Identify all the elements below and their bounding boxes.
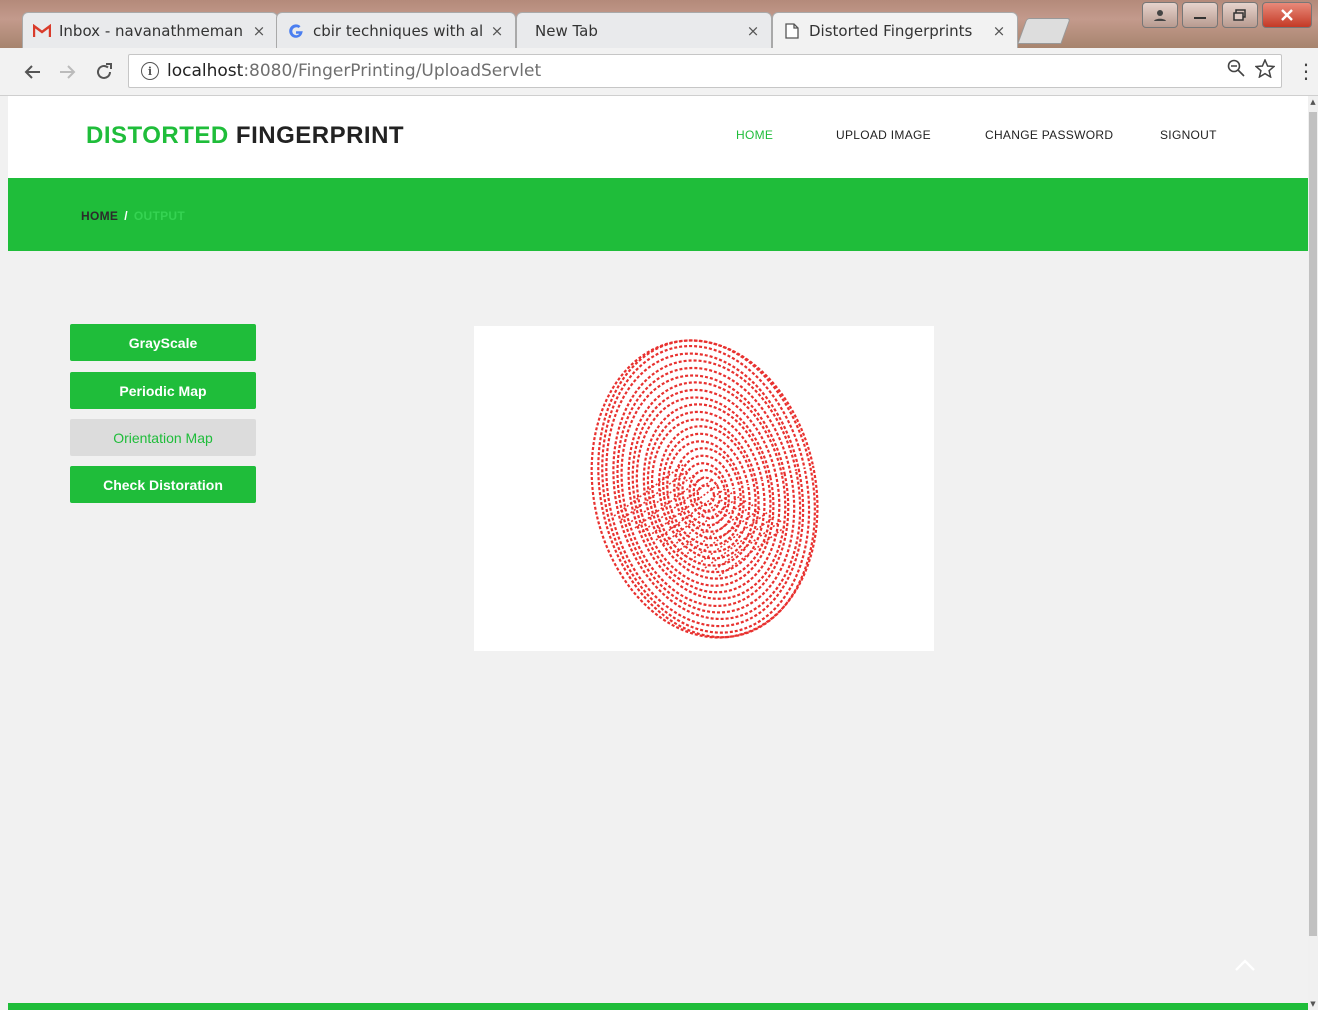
orientation-map-button[interactable]: Orientation Map — [70, 419, 256, 456]
fingerprint-image-panel — [474, 326, 934, 651]
zoom-icon[interactable] — [1227, 59, 1245, 83]
close-icon[interactable]: × — [745, 22, 761, 40]
nav-change-password[interactable]: CHANGE PASSWORD — [985, 128, 1113, 142]
site-header: DISTORTED FINGERPRINT HOME UPLOAD IMAGE … — [8, 96, 1308, 178]
close-icon[interactable]: × — [251, 22, 267, 40]
page-viewport: DISTORTED FINGERPRINT HOME UPLOAD IMAGE … — [8, 96, 1308, 1010]
scrollbar-thumb[interactable] — [1309, 112, 1317, 936]
back-icon[interactable] — [18, 58, 46, 86]
url-host: localhost — [167, 61, 244, 81]
menu-dots-icon[interactable]: ⋮ — [1296, 60, 1316, 84]
page-scrollbar[interactable]: ▲ ▼ — [1308, 96, 1318, 1010]
footer-bar — [8, 1003, 1308, 1010]
tab-google[interactable]: cbir techniques with alog × — [276, 12, 516, 48]
grayscale-button[interactable]: GrayScale — [70, 324, 256, 361]
tab-distorted-fingerprints[interactable]: Distorted Fingerprints × — [772, 12, 1018, 48]
info-icon[interactable]: i — [141, 62, 159, 80]
reload-icon[interactable] — [90, 58, 118, 86]
browser-toolbar: i localhost:8080/FingerPrinting/UploadSe… — [0, 48, 1318, 96]
tab-title: New Tab — [535, 21, 598, 40]
page-icon — [783, 22, 801, 40]
main-nav: HOME UPLOAD IMAGE CHANGE PASSWORD SIGNOU… — [8, 128, 1308, 148]
browser-tab-strip: Inbox - navanathmeman × cbir techniques … — [0, 0, 1318, 48]
address-bar[interactable]: i localhost:8080/FingerPrinting/UploadSe… — [128, 54, 1282, 88]
close-icon[interactable]: × — [489, 22, 505, 40]
close-icon[interactable]: × — [991, 22, 1007, 40]
gmail-icon — [33, 22, 51, 40]
scroll-up-icon[interactable]: ▲ — [1309, 98, 1317, 106]
tab-title: Inbox - navanathmeman — [59, 21, 243, 40]
new-tab-button[interactable] — [1017, 18, 1071, 44]
breadcrumb: HOME / OUTPUT — [81, 209, 185, 223]
tab-title: Distorted Fingerprints — [809, 21, 973, 40]
url-path: :8080/FingerPrinting/UploadServlet — [243, 61, 542, 81]
window-close-icon[interactable] — [1262, 2, 1312, 28]
scroll-down-icon[interactable]: ▼ — [1309, 1000, 1317, 1008]
periodic-map-button[interactable]: Periodic Map — [70, 372, 256, 409]
restore-icon[interactable] — [1222, 2, 1258, 28]
page-banner: HOME / OUTPUT — [8, 178, 1308, 251]
tab-title: cbir techniques with alog — [313, 21, 483, 40]
bookmark-star-icon[interactable] — [1254, 58, 1276, 83]
breadcrumb-current: OUTPUT — [133, 209, 185, 223]
nav-home[interactable]: HOME — [736, 128, 773, 142]
profile-icon[interactable] — [1142, 2, 1178, 28]
tab-inbox[interactable]: Inbox - navanathmeman × — [22, 12, 278, 48]
forward-icon[interactable] — [54, 58, 82, 86]
breadcrumb-home[interactable]: HOME — [81, 209, 118, 223]
minimize-icon[interactable] — [1182, 2, 1218, 28]
window-controls — [1142, 2, 1312, 28]
breadcrumb-separator: / — [124, 209, 128, 223]
tab-new[interactable]: New Tab × — [516, 12, 772, 48]
scroll-to-top-icon[interactable] — [1230, 953, 1260, 973]
check-distoration-button[interactable]: Check Distoration — [70, 466, 256, 503]
nav-signout[interactable]: SIGNOUT — [1160, 128, 1217, 142]
nav-upload-image[interactable]: UPLOAD IMAGE — [836, 128, 931, 142]
fingerprint-image — [590, 339, 819, 639]
google-icon — [287, 22, 305, 40]
